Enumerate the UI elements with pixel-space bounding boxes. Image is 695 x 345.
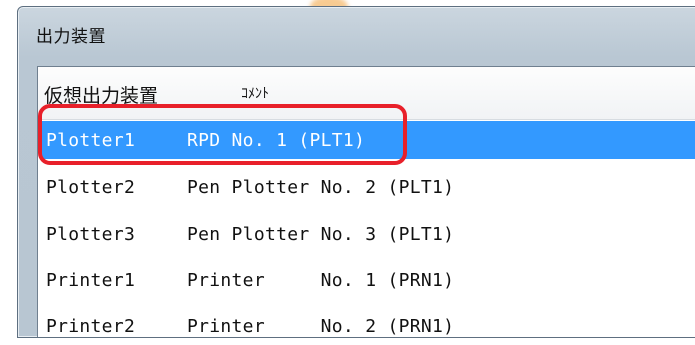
device-name: Plotter2 (46, 177, 136, 198)
window-title: 出力装置 (36, 27, 106, 47)
list-item-plotter2[interactable]: Plotter2 Pen Plotter No. 2 (PLT1) (40, 168, 695, 206)
device-comment: Printer No. 2 (PRN1) (187, 316, 455, 337)
output-device-dialog: 出力装置 仮想出力装置 ｺﾒﾝﾄ Plotter1 RPD No. 1 (PLT… (17, 6, 695, 338)
list-item-plotter1[interactable]: Plotter1 RPD No. 1 (PLT1) (40, 121, 695, 159)
list-header: 仮想出力装置 ｺﾒﾝﾄ (38, 67, 695, 120)
device-name: Plotter1 (46, 130, 136, 151)
column-header-comment[interactable]: ｺﾒﾝﾄ (241, 83, 269, 103)
device-comment: Pen Plotter No. 3 (PLT1) (187, 224, 455, 245)
device-name: Plotter3 (46, 224, 136, 245)
column-header-virtual-device[interactable]: 仮想出力装置 (44, 81, 158, 108)
device-comment: RPD No. 1 (PLT1) (187, 130, 366, 151)
device-name: Printer1 (46, 270, 136, 291)
device-name: Printer2 (46, 316, 136, 337)
list-item-printer1[interactable]: Printer1 Printer No. 1 (PRN1) (40, 261, 695, 299)
device-list[interactable]: 仮想出力装置 ｺﾒﾝﾄ Plotter1 RPD No. 1 (PLT1) Pl… (37, 66, 695, 337)
list-item-printer2[interactable]: Printer2 Printer No. 2 (PRN1) (40, 307, 695, 345)
device-comment: Pen Plotter No. 2 (PLT1) (187, 177, 455, 198)
device-comment: Printer No. 1 (PRN1) (187, 270, 455, 291)
list-item-plotter3[interactable]: Plotter3 Pen Plotter No. 3 (PLT1) (40, 215, 695, 253)
